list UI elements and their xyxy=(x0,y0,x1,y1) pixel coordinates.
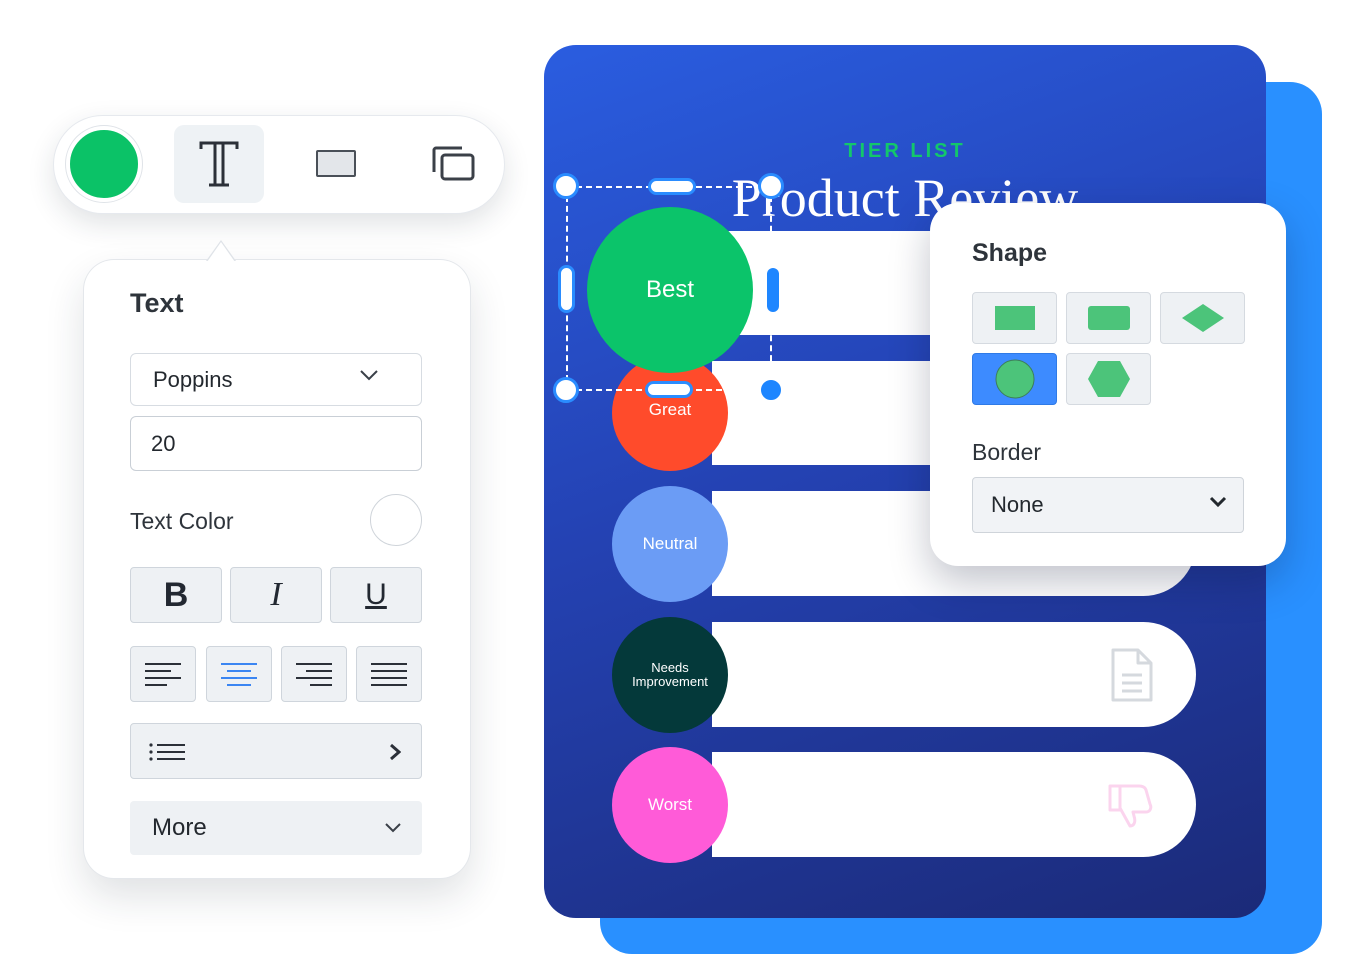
card-eyebrow: TIER LIST xyxy=(844,140,966,162)
fill-color-button[interactable] xyxy=(66,126,142,202)
bold-label: B xyxy=(163,575,189,614)
border-value: None xyxy=(991,492,1044,517)
resize-handle-top-right[interactable] xyxy=(758,173,784,199)
shape-popover-pointer xyxy=(904,258,931,294)
resize-handle-left[interactable] xyxy=(558,265,575,313)
tier-label: Needs Improvement xyxy=(632,659,708,689)
italic-button[interactable]: I xyxy=(230,567,322,623)
text-color-swatch[interactable] xyxy=(370,494,422,546)
align-center-icon xyxy=(221,663,257,686)
tier-label: Neutral xyxy=(642,533,698,553)
shape-title: Shape xyxy=(972,239,1048,267)
underline-label: U xyxy=(365,578,387,611)
more-label: More xyxy=(152,814,207,841)
chevron-down-icon xyxy=(1209,496,1227,508)
text-icon xyxy=(199,141,239,187)
text-tool-button[interactable] xyxy=(174,125,264,203)
shape-popover: Shape Border None xyxy=(930,203,1286,566)
align-justify-icon xyxy=(371,663,407,686)
rectangle-icon[interactable] xyxy=(316,150,356,177)
font-size-value: 20 xyxy=(151,430,176,456)
chevron-down-icon xyxy=(360,370,378,381)
resize-handle-top[interactable] xyxy=(648,178,696,195)
shape-diamond-button[interactable] xyxy=(1160,292,1245,344)
panel-title: Text xyxy=(130,288,184,318)
layers-icon[interactable] xyxy=(432,146,476,182)
shape-rectangle-button[interactable] xyxy=(972,292,1057,344)
chevron-right-icon xyxy=(390,743,401,761)
shape-circle-button[interactable] xyxy=(972,353,1057,405)
chevron-down-icon xyxy=(385,823,401,833)
resize-handle-bottom-right[interactable] xyxy=(759,378,783,402)
tier-circle-neutral[interactable]: Neutral xyxy=(612,486,728,602)
resize-handle-top-left[interactable] xyxy=(553,173,579,199)
italic-label: I xyxy=(270,576,282,613)
diamond-shape-icon xyxy=(1181,304,1224,332)
shape-hexagon-button[interactable] xyxy=(1066,353,1151,405)
align-justify-button[interactable] xyxy=(356,646,422,702)
selection-box xyxy=(566,186,772,391)
align-right-icon xyxy=(296,663,332,686)
bold-button[interactable]: B xyxy=(130,567,222,623)
resize-handle-bottom[interactable] xyxy=(645,381,693,398)
bulleted-list-icon xyxy=(149,743,185,761)
text-color-label: Text Color xyxy=(130,508,234,534)
font-family-select[interactable]: Poppins xyxy=(130,353,422,406)
list-style-button[interactable] xyxy=(130,723,422,779)
tier-circle-needs-improvement[interactable]: Needs Improvement xyxy=(612,617,728,733)
resize-handle-bottom-left[interactable] xyxy=(553,377,579,403)
tier-label: Worst xyxy=(647,794,693,814)
align-center-button[interactable] xyxy=(206,646,272,702)
rounded-rectangle-shape-icon xyxy=(1087,306,1130,330)
tier-circle-worst[interactable]: Worst xyxy=(612,747,728,863)
rectangle-shape-icon xyxy=(994,306,1035,330)
text-properties-panel: Text Poppins 20 Text Color B I U More xyxy=(84,260,470,878)
resize-handle-right[interactable] xyxy=(767,268,779,312)
font-size-input[interactable]: 20 xyxy=(130,416,422,471)
border-label: Border xyxy=(972,439,1042,465)
font-family-value: Poppins xyxy=(153,366,233,392)
shape-rounded-rectangle-button[interactable] xyxy=(1066,292,1151,344)
border-select[interactable]: None xyxy=(972,477,1244,533)
document-icon xyxy=(1111,648,1153,702)
hexagon-shape-icon xyxy=(1087,361,1130,397)
circle-shape-icon xyxy=(995,359,1034,399)
more-options-dropdown[interactable]: More xyxy=(130,801,422,855)
floating-toolbar xyxy=(54,116,504,213)
align-right-button[interactable] xyxy=(281,646,347,702)
align-left-button[interactable] xyxy=(130,646,196,702)
underline-button[interactable]: U xyxy=(330,567,422,623)
tier-label: Great xyxy=(648,400,692,419)
thumbs-down-icon xyxy=(1108,784,1153,828)
align-left-icon xyxy=(145,663,181,686)
